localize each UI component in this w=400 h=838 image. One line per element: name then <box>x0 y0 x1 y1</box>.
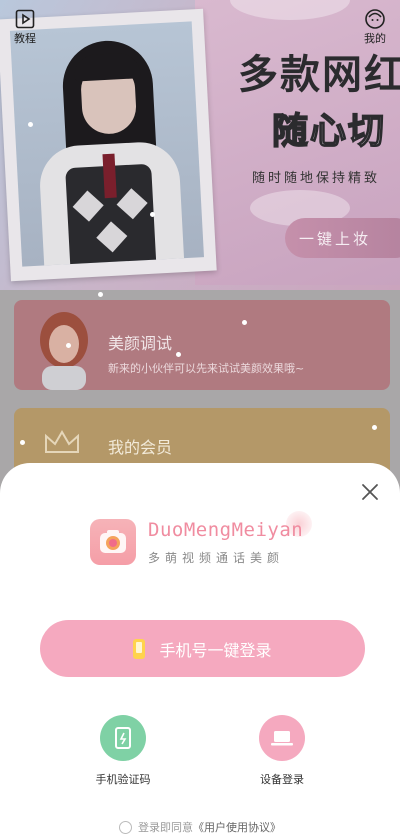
device-login-circle <box>259 715 305 761</box>
hero-title-line2: 随心切 <box>271 110 387 153</box>
camera-logo-icon <box>100 530 126 553</box>
device-login-button[interactable]: 设备登录 <box>237 715 327 787</box>
close-icon <box>362 484 378 500</box>
crown-icon <box>42 428 82 458</box>
brand-subtitle: 多萌视频通话美颜 <box>148 551 285 565</box>
one-click-makeup-button[interactable]: 一键上妆 <box>285 218 400 258</box>
laptop-icon <box>271 731 293 746</box>
login-bottom-sheet: DuoMengMeiyan 多萌视频通话美颜 手机号一键登录 手机验证码 设备登… <box>0 463 400 838</box>
sparkle-decoration <box>20 440 25 445</box>
membership-card-title: 我的会员 <box>108 438 173 457</box>
sparkle-decoration <box>150 212 155 217</box>
user-avatar-icon <box>364 8 386 30</box>
model-photo-frame <box>0 8 217 282</box>
beauty-card-desc: 新来的小伙伴可以先来试试美颜效果哦~ <box>108 362 305 375</box>
phone-icon <box>133 638 146 659</box>
agreement-checkbox[interactable] <box>119 820 132 834</box>
app-logo <box>90 519 136 565</box>
beauty-card-title: 美颜调试 <box>108 334 173 353</box>
play-icon <box>14 8 36 30</box>
sms-code-login-button[interactable]: 手机验证码 <box>78 715 168 787</box>
device-login-label: 设备登录 <box>260 773 304 786</box>
sparkle-decoration <box>28 122 33 127</box>
hero-subtitle: 随时随地保持精致 <box>252 171 381 186</box>
phone-verification-icon <box>115 727 131 749</box>
profile-button[interactable]: 我的 <box>364 8 386 46</box>
user-agreement-link[interactable]: 《用户使用协议》 <box>193 819 281 835</box>
hero-banner[interactable]: 教程 我的 多款网红 随心切 随时随地保持精致 一键上妆 <box>0 0 400 290</box>
sparkle-decoration <box>98 292 103 297</box>
sparkle-decoration <box>242 320 247 325</box>
sms-login-label: 手机验证码 <box>95 773 151 786</box>
sparkle-decoration <box>66 343 71 348</box>
brand-name: DuoMengMeiyan <box>148 519 304 541</box>
phone-login-label: 手机号一键登录 <box>159 640 272 660</box>
tutorial-label: 教程 <box>14 32 36 45</box>
model-photo <box>9 21 204 267</box>
agreement-row: 登录即同意 《用户使用协议》 <box>0 819 400 835</box>
sparkle-decoration <box>372 425 377 430</box>
sms-login-circle <box>100 715 146 761</box>
agreement-prefix: 登录即同意 <box>138 821 193 834</box>
hero-title-line1: 多款网红 <box>238 52 400 98</box>
tutorial-button[interactable]: 教程 <box>14 8 36 46</box>
close-button[interactable] <box>359 481 381 503</box>
phone-one-click-login-button[interactable]: 手机号一键登录 <box>40 620 365 677</box>
beauty-card-portrait <box>28 306 98 390</box>
sparkle-decoration <box>176 352 181 357</box>
